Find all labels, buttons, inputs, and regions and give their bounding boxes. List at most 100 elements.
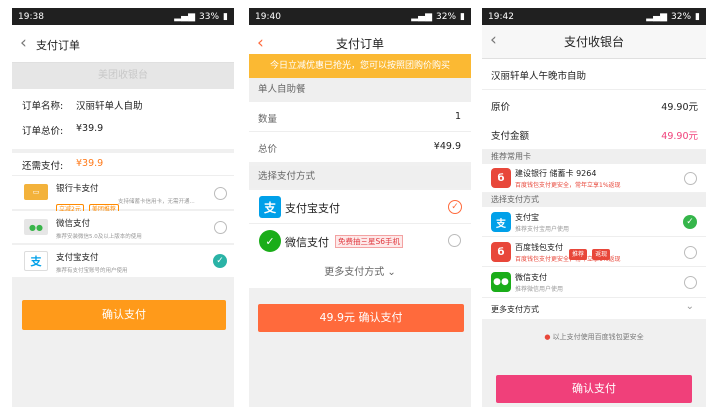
amount-info: 原价 49.90元 支付金额 49.90元 — [482, 89, 706, 149]
order-total-label: 订单总价: — [22, 126, 64, 137]
chevron-down-icon: ⌄ — [685, 301, 694, 312]
back-chevron-icon[interactable]: ‹ — [20, 34, 27, 52]
original-price-label: 原价 — [491, 102, 511, 113]
method-desc: 推荐有支付宝账号的用户使用 — [56, 268, 128, 274]
phone-screen-order: 19:40 ▂▄▆ 32% ▮ ‹ 支付订单 今日立减优惠已抢光，您可以按照团购价购… — [249, 8, 471, 407]
more-methods-label: 更多支付方式 — [324, 267, 385, 278]
pay-amount: 49.90元 — [661, 131, 698, 142]
method-name: 支付宝 — [515, 213, 539, 222]
battery-level: 32% — [671, 11, 692, 22]
security-text: 以上支付使用百度钱包更安全 — [552, 333, 644, 341]
page-title: 支付订单 — [335, 37, 384, 51]
alipay-icon: 支 — [259, 196, 281, 218]
merchant-name: 汉丽轩单人午晚市自助 — [491, 71, 587, 82]
method-desc: 推荐支付宝用户使用 — [515, 226, 570, 233]
confirm-pay-button[interactable]: 49.9元 确认支付 — [258, 304, 464, 332]
section-title: 单人自助餐 — [249, 78, 471, 102]
card-desc: 百度钱包支付更安全，常年立享1%返现 — [515, 182, 621, 189]
battery-icon: ▮ — [460, 11, 465, 22]
method-desc: 支持储蓄卡信用卡，无需开通... — [118, 199, 195, 205]
order-total: ¥39.9 — [76, 123, 104, 134]
security-note: ● 以上支付使用百度钱包更安全 — [482, 326, 706, 348]
method-alipay[interactable]: 支 支付宝支付 推荐有支付宝账号的用户使用 ✓ — [12, 245, 234, 277]
page-title: 支付订单 — [36, 39, 80, 52]
more-methods-row[interactable]: 更多支付方式 ⌄ — [482, 297, 706, 319]
radio-unchecked[interactable] — [684, 276, 697, 289]
confirm-pay-button[interactable]: 确认支付 — [496, 375, 692, 403]
alipay-icon: 支 — [491, 212, 511, 232]
radio-unchecked[interactable] — [684, 172, 697, 185]
wechat-icon: ✓ — [259, 230, 281, 252]
method-wechat[interactable]: ●● 微信支付 推荐微信用户使用 — [482, 267, 706, 297]
method-name: 百度钱包支付 — [515, 243, 563, 252]
chevron-down-icon: ⌄ — [384, 267, 396, 278]
baidu-wallet-icon: ● — [544, 333, 553, 341]
radio-checked-icon[interactable]: ✓ — [448, 200, 462, 214]
method-name: 支付宝支付 — [285, 202, 340, 215]
radio-unchecked[interactable] — [684, 246, 697, 259]
baidu-wallet-icon: б — [491, 242, 511, 262]
choose-method-label: 选择支付方式 — [482, 193, 706, 207]
qty-row: 数量 1 — [249, 102, 471, 132]
more-methods-link[interactable]: 更多支付方式 ⌄ — [249, 258, 471, 288]
choose-method-label: 选择支付方式 — [249, 166, 471, 188]
phone-screen-meituan: 19:38 ▂▄▆ 33% ▮ ‹ 支付订单 美团收银台 订单名称: 汉丽轩单人自助… — [12, 8, 234, 407]
page-title: 支付收银台 — [563, 35, 624, 49]
method-name: 微信支付 — [515, 273, 547, 282]
status-bar: 19:40 ▂▄▆ 32% ▮ — [249, 8, 471, 25]
back-chevron-icon[interactable]: ‹ — [257, 34, 264, 52]
back-chevron-icon[interactable]: ‹ — [490, 31, 497, 49]
wechat-icon: ●● — [491, 272, 511, 292]
radio-unchecked[interactable] — [448, 234, 461, 247]
status-bar: 19:38 ▂▄▆ 33% ▮ — [12, 8, 234, 25]
bank-card-icon: ▭ — [24, 184, 48, 200]
method-desc: 百度钱包支付更安全，常年立享1%返现 — [515, 256, 621, 263]
confirm-pay-button[interactable]: 确认支付 — [22, 300, 226, 330]
qty-label: 数量 — [258, 114, 278, 125]
battery-level: 33% — [199, 11, 220, 22]
method-baidu-wallet[interactable]: б 百度钱包支付 推荐 返现 百度钱包支付更安全，常年立享1%返现 — [482, 237, 706, 267]
method-alipay[interactable]: 支 支付宝支付 ✓ — [249, 190, 471, 224]
status-time: 19:38 — [18, 11, 44, 22]
battery-icon: ▮ — [695, 11, 700, 22]
nav-bar: ‹ 支付收银台 — [482, 25, 706, 59]
bank-card-row[interactable]: б 建设银行 储蓄卡 9264 百度钱包支付更安全，常年立享1%返现 — [482, 164, 706, 192]
radio-checked-icon[interactable]: ✓ — [213, 254, 227, 268]
order-name: 汉丽轩单人自助 — [76, 101, 143, 112]
order-info: 订单名称: 汉丽轩单人自助 订单总价: ¥39.9 — [12, 89, 234, 149]
method-name: 微信支付 — [56, 219, 91, 229]
battery-level: 32% — [436, 11, 457, 22]
status-bar: 19:42 ▂▄▆ 32% ▮ — [482, 8, 706, 25]
qty-value: 1 — [454, 111, 461, 122]
order-name-label: 订单名称: — [22, 101, 64, 112]
method-desc: 推荐安装微信5.0及以上版本的使用 — [56, 234, 142, 240]
status-time: 19:40 — [255, 11, 281, 22]
radio-unchecked[interactable] — [214, 221, 227, 234]
phone-screen-baidu: 19:42 ▂▄▆ 32% ▮ ‹ 支付收银台 汉丽轩单人午晚市自助 原价 49.9… — [482, 8, 706, 407]
original-price: 49.90元 — [661, 102, 698, 113]
remaining-amount: ¥39.9 — [76, 158, 104, 169]
method-wechat[interactable]: ✓ 微信支付 免费抽三星S6手机 — [249, 224, 471, 258]
merchant-row: 汉丽轩单人午晚市自助 — [482, 59, 706, 89]
battery-icon: ▮ — [223, 11, 228, 22]
signal-icon: ▂▄▆ — [646, 11, 668, 22]
radio-unchecked[interactable] — [214, 187, 227, 200]
baidu-wallet-icon: б — [491, 168, 511, 188]
method-bankcard[interactable]: ▭ 银行卡支付 立减2元 美团推荐 支持储蓄卡信用卡，无需开通... — [12, 175, 234, 215]
signal-icon: ▂▄▆ — [411, 11, 433, 22]
remaining-row: 还需支付: ¥39.9 — [12, 153, 234, 175]
pay-amount-label: 支付金额 — [491, 131, 530, 142]
radio-checked-icon[interactable]: ✓ — [683, 215, 697, 229]
promo-banner: 今日立减优惠已抢光，您可以按照团购价购买 — [249, 54, 471, 78]
method-name: 支付宝支付 — [56, 253, 99, 263]
status-time: 19:42 — [488, 11, 514, 22]
total-label: 总价 — [258, 144, 278, 155]
signal-icon: ▂▄▆ — [174, 11, 196, 22]
promo-badge: 免费抽三星S6手机 — [335, 235, 404, 248]
method-alipay[interactable]: 支 支付宝 推荐支付宝用户使用 ✓ — [482, 207, 706, 237]
method-wechat[interactable]: ●● 微信支付 推荐安装微信5.0及以上版本的使用 — [12, 211, 234, 243]
cashier-banner: 美团收银台 — [12, 63, 234, 89]
card-name: 建设银行 储蓄卡 9264 — [515, 169, 597, 178]
method-name: 银行卡支付 — [56, 184, 99, 194]
method-desc: 推荐微信用户使用 — [515, 286, 564, 293]
